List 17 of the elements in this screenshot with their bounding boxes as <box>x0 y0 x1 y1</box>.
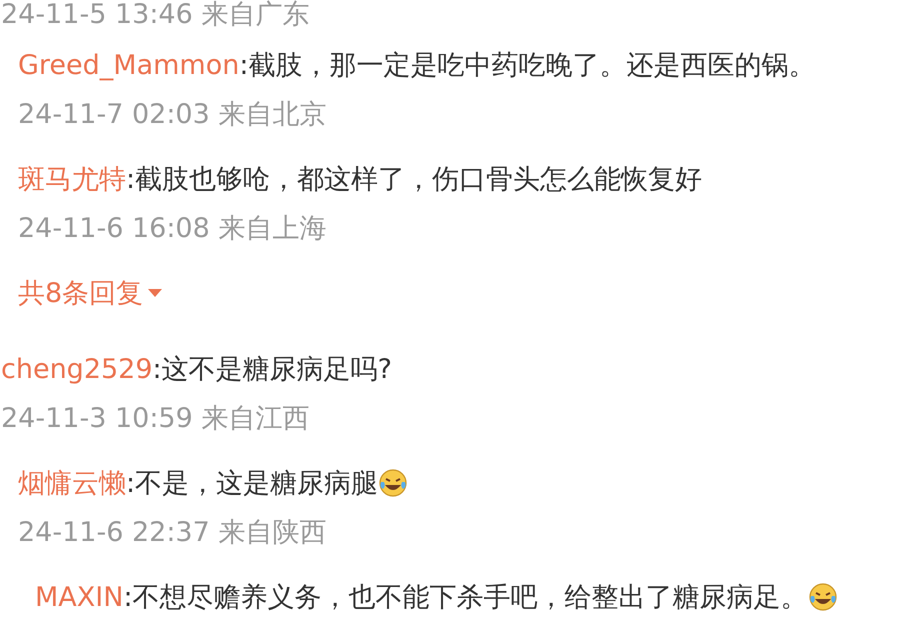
comment-text: :不是，这是糖尿病腿 <box>126 467 378 501</box>
user-name-link[interactable]: MAXIN <box>35 582 124 612</box>
comment-text: :截肢也够呛，都这样了，伤口骨头怎么能恢复好 <box>126 163 702 197</box>
comment-time: 24-11-6 16:08 来自上海 <box>18 212 326 246</box>
user-name-link[interactable]: 烟慵云懒 <box>18 465 126 501</box>
more-replies-link[interactable]: 共8条回复 <box>18 273 164 313</box>
comment-text: :不想尽赡养义务，也不能下杀手吧，给整出了糖尿病足。 <box>123 581 808 615</box>
user-name-link[interactable]: cheng2529 <box>1 354 153 384</box>
comment-time: 24-11-5 13:46 来自广东 <box>1 0 310 30</box>
comment-time: 24-11-6 22:37 来自陕西 <box>18 516 326 550</box>
comment-text: :截肢，那一定是吃中药吃晚了。还是西医的锅。 <box>239 49 816 83</box>
user-name-link[interactable]: Greed_Mammon <box>18 50 240 80</box>
user-name-link[interactable]: 斑马尤特 <box>18 161 126 197</box>
caret-icon <box>147 288 164 298</box>
comment-time: 24-11-3 10:59 来自江西 <box>1 402 310 436</box>
comment-text: :这不是糖尿病足吗? <box>152 353 392 387</box>
comment-time: 24-11-7 02:03 来自北京 <box>18 98 326 132</box>
